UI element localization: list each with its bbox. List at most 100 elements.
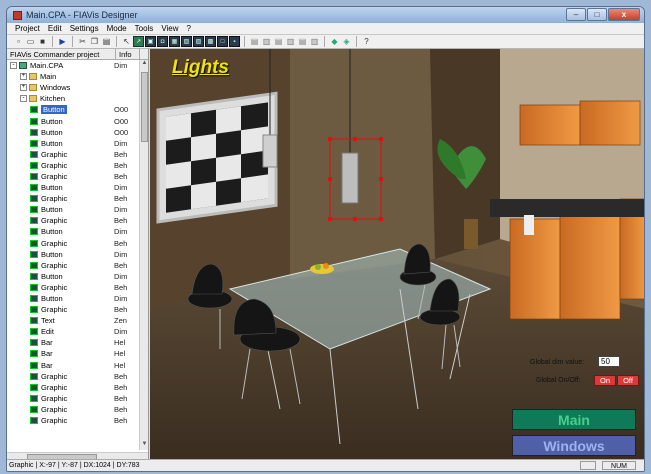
menu-tools[interactable]: Tools: [135, 24, 154, 33]
align-bottom-icon[interactable]: ▥: [309, 36, 320, 47]
tree-row-info: Beh: [114, 404, 128, 414]
lights-title[interactable]: Lights: [172, 57, 229, 79]
tree-row[interactable]: Button O00: [7, 115, 148, 126]
tree-row[interactable]: Bar Hel: [7, 337, 148, 348]
expand-icon[interactable]: +: [20, 84, 27, 92]
transfer-icon[interactable]: ◈: [341, 36, 352, 47]
design-canvas[interactable]: Lights Global dim value: 50 Global On/Of…: [150, 49, 644, 461]
tree-row[interactable]: Button Dim: [7, 204, 148, 215]
bar-tool-icon[interactable]: ▨: [193, 36, 204, 47]
tree-row-label: Graphic: [41, 160, 68, 170]
tree-row[interactable]: Graphic Beh: [7, 282, 148, 293]
new-file-icon[interactable]: ▫: [13, 36, 24, 47]
tree-row[interactable]: Graphic Beh: [7, 215, 148, 226]
tree-row[interactable]: Edit Dim: [7, 326, 148, 337]
tree-row-info: Zen: [114, 316, 127, 326]
plugin-icon[interactable]: ◆: [329, 36, 340, 47]
global-on-button[interactable]: On: [594, 375, 616, 386]
global-off-button[interactable]: Off: [617, 375, 639, 386]
tree-row[interactable]: Button O00: [7, 104, 148, 115]
tree-row[interactable]: Bar Hel: [7, 360, 148, 371]
copy-icon[interactable]: ❐: [89, 36, 100, 47]
tree-row[interactable]: Bar Hel: [7, 348, 148, 359]
frame-tool-icon[interactable]: □: [217, 36, 228, 47]
tree-row[interactable]: - Kitchen: [7, 93, 148, 104]
align-center-icon[interactable]: ▥: [261, 36, 272, 47]
tree-row-info: Beh: [114, 260, 128, 270]
tree-row-info: Dim: [114, 205, 128, 215]
tree-row[interactable]: Button Dim: [7, 293, 148, 304]
tree-row[interactable]: Button Dim: [7, 249, 148, 260]
align-right-icon[interactable]: ▤: [273, 36, 284, 47]
main-page-button[interactable]: Main: [512, 409, 636, 430]
tree-row[interactable]: Graphic Beh: [7, 371, 148, 382]
expand-icon[interactable]: +: [20, 73, 27, 81]
menu-project[interactable]: Project: [15, 24, 40, 33]
graphic-tool-icon[interactable]: ◘: [157, 36, 168, 47]
tree-row[interactable]: Graphic Beh: [7, 415, 148, 426]
tree-row[interactable]: Graphic Beh: [7, 149, 148, 160]
global-dim-input[interactable]: 50: [598, 356, 620, 367]
tree-row[interactable]: Button Dim: [7, 182, 148, 193]
tree-row[interactable]: Graphic Beh: [7, 382, 148, 393]
menu-view[interactable]: View: [161, 24, 178, 33]
edit-tool-icon[interactable]: ▧: [181, 36, 192, 47]
tree-row-label: Graphic: [41, 382, 68, 392]
collapse-icon[interactable]: -: [20, 95, 27, 103]
cut-icon[interactable]: ✂: [77, 36, 88, 47]
select-icon[interactable]: ↗: [133, 36, 144, 47]
tree-row[interactable]: Button Dim: [7, 226, 148, 237]
tree-row[interactable]: Graphic Beh: [7, 171, 148, 182]
tree-row[interactable]: - Main.CPA Dim: [7, 60, 148, 71]
tree-row-label: Button: [41, 205, 63, 215]
tree-row[interactable]: Graphic Beh: [7, 393, 148, 404]
windows-page-button[interactable]: Windows: [512, 435, 636, 456]
scroll-down-arrow-icon[interactable]: ▼: [140, 441, 148, 450]
tree-row-label: Button: [41, 116, 63, 126]
tree-row[interactable]: Graphic Beh: [7, 160, 148, 171]
menu-settings[interactable]: Settings: [70, 24, 99, 33]
paste-icon[interactable]: ▤: [101, 36, 112, 47]
tree-row[interactable]: Text Zen: [7, 315, 148, 326]
tree-row[interactable]: Graphic Beh: [7, 193, 148, 204]
panel-tool-icon[interactable]: ▩: [205, 36, 216, 47]
check-tool-icon[interactable]: ▪: [229, 36, 240, 47]
align-left-icon[interactable]: ▤: [249, 36, 260, 47]
scroll-up-arrow-icon[interactable]: ▲: [140, 60, 148, 69]
tree-row[interactable]: Button Dim: [7, 271, 148, 282]
toolbar-separator: [356, 36, 357, 47]
maximize-button[interactable]: □: [587, 8, 607, 21]
scroll-thumb[interactable]: [141, 72, 148, 142]
folder-icon: [29, 73, 37, 81]
menu-edit[interactable]: Edit: [48, 24, 62, 33]
tree-row[interactable]: Graphic Beh: [7, 404, 148, 415]
numlock-indicator: NUM: [602, 461, 636, 470]
close-button[interactable]: x: [608, 8, 640, 21]
object-icon: [30, 261, 38, 269]
tree-row[interactable]: + Windows: [7, 82, 148, 93]
collapse-icon[interactable]: -: [10, 62, 17, 70]
minimize-button[interactable]: –: [566, 8, 586, 21]
tree-row[interactable]: Graphic Beh: [7, 238, 148, 249]
help-icon[interactable]: ?: [361, 36, 372, 47]
column-project[interactable]: FIAVis Commander project: [7, 49, 116, 59]
tree-row-label: Button: [41, 138, 63, 148]
column-info[interactable]: Info: [116, 49, 140, 59]
menu-bar: Project Edit Settings Mode Tools View ?: [7, 23, 644, 35]
tree-row[interactable]: + Main: [7, 71, 148, 82]
tree-row[interactable]: Button Dim: [7, 138, 148, 149]
align-top-icon[interactable]: ▥: [285, 36, 296, 47]
menu-mode[interactable]: Mode: [107, 24, 127, 33]
pointer-icon[interactable]: ↖: [121, 36, 132, 47]
align-middle-icon[interactable]: ▤: [297, 36, 308, 47]
button-tool-icon[interactable]: ▣: [145, 36, 156, 47]
tree-row[interactable]: Graphic Beh: [7, 304, 148, 315]
text-tool-icon[interactable]: ▦: [169, 36, 180, 47]
open-folder-icon[interactable]: ▭: [25, 36, 36, 47]
save-icon[interactable]: ■: [37, 36, 48, 47]
tree-row[interactable]: Graphic Beh: [7, 260, 148, 271]
tree-row[interactable]: Button O00: [7, 127, 148, 138]
run-icon[interactable]: ▶: [57, 36, 68, 47]
vertical-scrollbar[interactable]: ▲ ▼: [139, 60, 148, 450]
menu-help[interactable]: ?: [187, 24, 191, 33]
